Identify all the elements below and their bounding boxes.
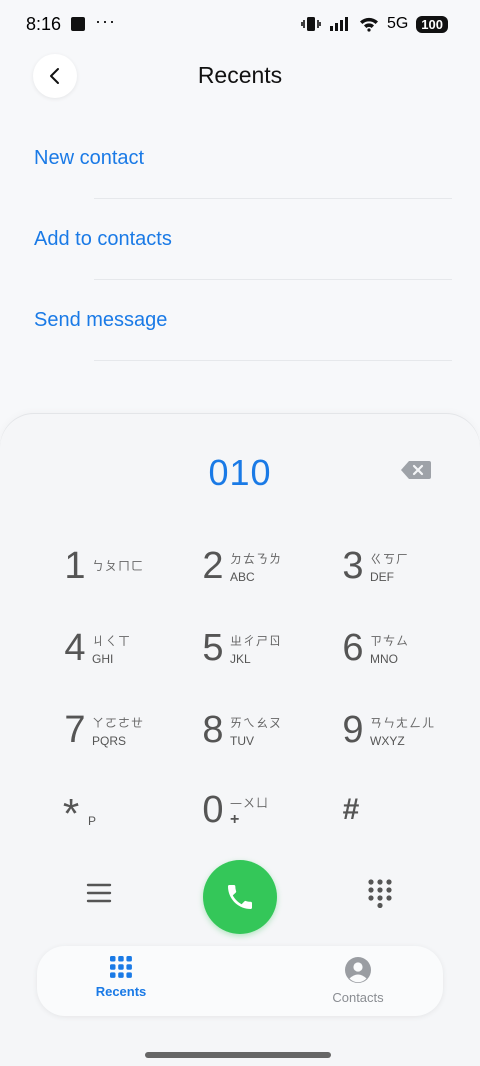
key-letters: WXYZ: [370, 734, 405, 748]
nav-contacts[interactable]: Contacts: [298, 956, 418, 1005]
key-3[interactable]: 3 ㄍㄎㄏ DEF: [340, 536, 450, 596]
recents-keypad-icon: [110, 956, 132, 978]
key-digit: 6: [342, 626, 364, 669]
key-letters: MNO: [370, 652, 398, 666]
key-5[interactable]: 5 ㄓㄔㄕㄖ JKL: [200, 618, 310, 678]
key-bopomofo: ㄅㄆㄇㄈ: [92, 559, 145, 573]
key-8[interactable]: 8 ㄞㄟㄠㄡ TUV: [200, 700, 310, 760]
notification-icon: [71, 17, 86, 31]
dialer-actions: [0, 860, 480, 940]
key-letters: GHI: [92, 652, 114, 666]
key-digit: 5: [202, 626, 224, 669]
key-letters: DEF: [370, 570, 394, 584]
key-digit: 3: [342, 544, 364, 587]
key-6[interactable]: 6 ㄗㄘㄙ MNO: [340, 618, 450, 678]
status-bar: 8:16 ··· 5G 100: [0, 0, 480, 48]
key-letters: +: [230, 810, 240, 828]
key-bopomofo: ㄍㄎㄏ: [370, 552, 410, 566]
key-1[interactable]: 1 ㄅㄆㄇㄈ: [62, 536, 172, 596]
add-to-contacts-action[interactable]: Add to contacts: [0, 199, 480, 280]
key-digit: 0: [202, 788, 224, 831]
wifi-icon: [359, 17, 378, 32]
nav-recents[interactable]: Recents: [61, 956, 181, 999]
key-letters: JKL: [230, 652, 251, 666]
key-digit: 4: [64, 626, 86, 669]
key-7[interactable]: 7 ㄚㄛㄜㄝ PQRS: [62, 700, 172, 760]
page-title: Recents: [197, 62, 283, 88]
key-letters: ABC: [230, 570, 255, 584]
keypad-toggle-button[interactable]: [367, 878, 393, 913]
home-indicator[interactable]: [145, 1052, 331, 1058]
key-letters: PQRS: [92, 734, 127, 748]
key-digit: *: [62, 790, 80, 837]
key-digit: 8: [202, 708, 224, 751]
nav-contacts-label: Contacts: [332, 990, 384, 1005]
key-digit: 7: [64, 708, 86, 751]
menu-icon: [86, 883, 112, 903]
menu-button[interactable]: [86, 882, 112, 909]
phone-icon: [228, 885, 252, 909]
key-4[interactable]: 4 ㄐㄑㄒ GHI: [62, 618, 172, 678]
key-letters: P: [88, 813, 97, 828]
contacts-icon: [345, 957, 371, 983]
status-left: 8:16 ···: [26, 10, 117, 35]
key-bopomofo: ㄉㄊㄋㄌ: [230, 552, 283, 566]
key-letters: TUV: [230, 734, 254, 748]
battery-indicator: 100: [416, 15, 448, 33]
key-2[interactable]: 2 ㄉㄊㄋㄌ ABC: [200, 536, 310, 596]
key-bopomofo: ㄚㄛㄜㄝ: [92, 716, 145, 730]
more-notifications-icon: ···: [95, 10, 117, 31]
vibrate-icon: [301, 17, 321, 31]
key-digit: 1: [64, 544, 86, 587]
key-digit: #: [342, 793, 360, 826]
network-type: 5G: [386, 15, 409, 32]
send-message-action[interactable]: Send message: [0, 280, 480, 361]
key-digit: 9: [342, 708, 364, 751]
nav-recents-label: Recents: [95, 984, 147, 999]
signal-icon: [329, 17, 348, 31]
key-0[interactable]: 0 —ㄨㄩ +: [200, 780, 310, 840]
backspace-icon: [401, 461, 431, 479]
status-time: 8:16: [26, 13, 62, 34]
key-bopomofo: ㄐㄑㄒ: [92, 634, 132, 648]
key-bopomofo: —ㄨㄩ: [230, 795, 270, 810]
key-bopomofo: ㄞㄟㄠㄡ: [230, 716, 283, 730]
call-button[interactable]: [203, 860, 277, 934]
action-list: New contact Add to contacts Send message: [0, 118, 480, 361]
key-bopomofo: ㄗㄘㄙ: [370, 634, 410, 648]
bottom-nav: Recents Contacts: [37, 946, 443, 1016]
key-digit: 2: [202, 544, 224, 587]
key-9[interactable]: 9 ㄢㄣㄤㄥㄦ WXYZ: [340, 700, 450, 760]
key-star[interactable]: * P: [58, 780, 168, 840]
new-contact-action[interactable]: New contact: [0, 118, 480, 199]
key-bopomofo: ㄢㄣㄤㄥㄦ: [370, 716, 436, 730]
status-right: 5G 100: [301, 15, 448, 33]
header: Recents: [0, 52, 480, 102]
key-bopomofo: ㄓㄔㄕㄖ: [230, 634, 283, 648]
backspace-button[interactable]: [400, 460, 432, 485]
keypad-icon: [368, 879, 392, 909]
key-hash[interactable]: #: [338, 780, 448, 840]
